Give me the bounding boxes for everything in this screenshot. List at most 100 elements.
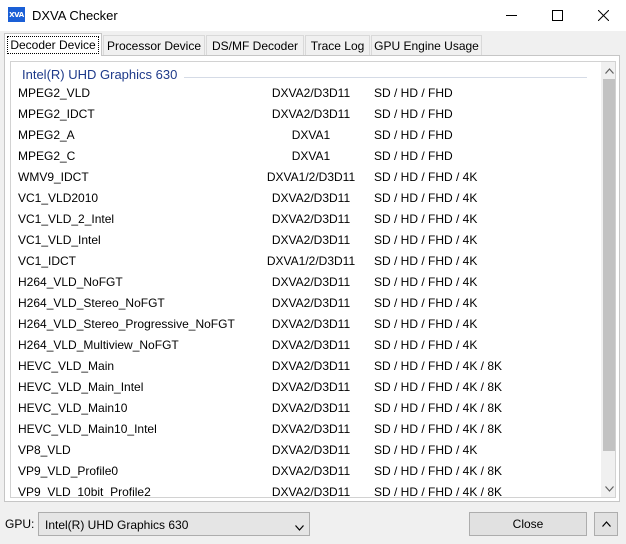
decoder-name: H264_VLD_Stereo_NoFGT: [18, 296, 165, 310]
group-divider: [184, 77, 587, 78]
close-window-button[interactable]: [580, 0, 626, 31]
decoder-api: DXVA2/D3D11: [271, 485, 351, 498]
list-item[interactable]: MPEG2_IDCT DXVA2/D3D11 SD / HD / FHD: [11, 104, 597, 125]
expand-button[interactable]: [594, 512, 618, 536]
list-item[interactable]: H264_VLD_Multiview_NoFGT DXVA2/D3D11 SD / …: [11, 335, 597, 356]
list-item[interactable]: H264_VLD_Stereo_NoFGT DXVA2/D3D11 SD / HD …: [11, 293, 597, 314]
tab-label: Trace Log: [310, 38, 365, 53]
tab-ds-mf-decoder[interactable]: DS/MF Decoder: [206, 35, 304, 55]
list-item[interactable]: H264_VLD_NoFGT DXVA2/D3D11 SD / HD / FHD /…: [11, 272, 597, 293]
scroll-thumb[interactable]: [603, 79, 615, 451]
list-item[interactable]: MPEG2_C DXVA1 SD / HD / FHD: [11, 146, 597, 167]
window-title: DXVA Checker: [32, 8, 118, 23]
close-icon: [597, 10, 609, 21]
list-item[interactable]: VP9_VLD_Profile0 DXVA2/D3D11 SD / HD / FHD…: [11, 461, 597, 482]
list-item[interactable]: HEVC_VLD_Main_Intel DXVA2/D3D11 SD / HD / …: [11, 377, 597, 398]
decoder-name: VP9_VLD_10bit_Profile2: [18, 485, 151, 498]
decoder-name: WMV9_IDCT: [18, 170, 89, 184]
decoder-resolutions: SD / HD / FHD / 4K / 8K: [374, 380, 503, 394]
decoder-resolutions: SD / HD / FHD / 4K / 8K: [374, 401, 503, 415]
decoder-name: VP8_VLD: [18, 443, 71, 457]
decoder-name: MPEG2_A: [18, 128, 75, 142]
vertical-scrollbar[interactable]: [601, 62, 615, 497]
decoder-api: DXVA2/D3D11: [271, 212, 351, 226]
decoder-resolutions: SD / HD / FHD / 4K / 8K: [374, 485, 503, 498]
decoder-name: VC1_VLD_2_Intel: [18, 212, 115, 226]
decoder-api: DXVA2/D3D11: [271, 401, 351, 415]
list-item[interactable]: VP8_VLD DXVA2/D3D11 SD / HD / FHD / 4K: [11, 440, 597, 461]
decoder-resolutions: SD / HD / FHD / 4K / 8K: [374, 422, 503, 436]
decoder-name: HEVC_VLD_Main_Intel: [18, 380, 144, 394]
list-item[interactable]: MPEG2_VLD DXVA2/D3D11 SD / HD / FHD: [11, 83, 597, 104]
decoder-api: DXVA1: [291, 128, 331, 142]
decoder-resolutions: SD / HD / FHD / 4K: [374, 254, 478, 268]
decoder-resolutions: SD / HD / FHD / 4K: [374, 317, 478, 331]
decoder-api: DXVA2/D3D11: [271, 191, 351, 205]
decoder-resolutions: SD / HD / FHD / 4K: [374, 338, 478, 352]
list-item[interactable]: HEVC_VLD_Main10 DXVA2/D3D11 SD / HD / FHD …: [11, 398, 597, 419]
decoder-resolutions: SD / HD / FHD / 4K / 8K: [374, 464, 503, 478]
maximize-icon: [551, 10, 563, 21]
maximize-button[interactable]: [534, 0, 580, 31]
decoder-list[interactable]: Intel(R) UHD Graphics 630 MPEG2_VLD DXVA2…: [10, 61, 616, 498]
list-item[interactable]: VC1_VLD_2_Intel DXVA2/D3D11 SD / HD / FHD …: [11, 209, 597, 230]
decoder-resolutions: SD / HD / FHD / 4K: [374, 191, 478, 205]
decoder-resolutions: SD / HD / FHD / 4K: [374, 443, 478, 457]
decoder-name: HEVC_VLD_Main: [18, 359, 115, 373]
list-item[interactable]: MPEG2_A DXVA1 SD / HD / FHD: [11, 125, 597, 146]
decoder-resolutions: SD / HD / FHD / 4K: [374, 170, 478, 184]
decoder-api: DXVA2/D3D11: [271, 380, 351, 394]
decoder-api: DXVA2/D3D11: [271, 338, 351, 352]
decoder-name: MPEG2_C: [18, 149, 76, 163]
list-item[interactable]: VC1_IDCT DXVA1/2/D3D11 SD / HD / FHD / 4K: [11, 251, 597, 272]
title-bar: XVA DXVA Checker: [0, 0, 626, 31]
tab-strip: Decoder Device Processor Device DS/MF De…: [4, 33, 622, 56]
tab-gpu-engine-usage[interactable]: GPU Engine Usage: [371, 35, 482, 55]
minimize-button[interactable]: [488, 0, 534, 31]
decoder-api: DXVA2/D3D11: [271, 464, 351, 478]
tab-label: DS/MF Decoder: [211, 38, 299, 53]
close-button[interactable]: Close: [469, 512, 587, 536]
decoder-resolutions: SD / HD / FHD / 4K: [374, 296, 478, 310]
list-item[interactable]: VC1_VLD_Intel DXVA2/D3D11 SD / HD / FHD / …: [11, 230, 597, 251]
tab-label: Decoder Device: [7, 36, 99, 54]
tab-decoder-device[interactable]: Decoder Device: [4, 33, 102, 56]
decoder-name: H264_VLD_NoFGT: [18, 275, 123, 289]
decoder-api: DXVA2/D3D11: [271, 359, 351, 373]
decoder-resolutions: SD / HD / FHD / 4K: [374, 212, 478, 226]
gpu-select-value: Intel(R) UHD Graphics 630: [45, 518, 189, 532]
list-item[interactable]: WMV9_IDCT DXVA1/2/D3D11 SD / HD / FHD / 4K: [11, 167, 597, 188]
decoder-resolutions: SD / HD / FHD: [374, 149, 453, 163]
decoder-api: DXVA2/D3D11: [271, 275, 351, 289]
decoder-api: DXVA2/D3D11: [271, 443, 351, 457]
decoder-resolutions: SD / HD / FHD: [374, 86, 453, 100]
chevron-down-icon: [604, 485, 614, 492]
decoder-resolutions: SD / HD / FHD: [374, 128, 453, 142]
decoder-name: H264_VLD_Stereo_Progressive_NoFGT: [18, 317, 235, 331]
chevron-up-icon: [604, 67, 614, 74]
close-button-label: Close: [512, 517, 544, 531]
decoder-name: HEVC_VLD_Main10_Intel: [18, 422, 157, 436]
decoder-name: MPEG2_VLD: [18, 86, 91, 100]
gpu-select[interactable]: Intel(R) UHD Graphics 630: [38, 512, 310, 536]
group-title: Intel(R) UHD Graphics 630: [22, 66, 178, 82]
scroll-down-button[interactable]: [601, 480, 615, 497]
decoder-resolutions: SD / HD / FHD: [374, 107, 453, 121]
decoder-name: H264_VLD_Multiview_NoFGT: [18, 338, 179, 352]
tab-trace-log[interactable]: Trace Log: [305, 35, 370, 55]
list-item[interactable]: H264_VLD_Stereo_Progressive_NoFGT DXVA2/D…: [11, 314, 597, 335]
gpu-label: GPU:: [5, 517, 35, 531]
tab-label: GPU Engine Usage: [374, 38, 479, 53]
tab-label: Processor Device: [106, 38, 202, 53]
group-header: Intel(R) UHD Graphics 630: [22, 66, 178, 82]
list-item[interactable]: VC1_VLD2010 DXVA2/D3D11 SD / HD / FHD / 4K: [11, 188, 597, 209]
decoder-api: DXVA1/2/D3D11: [266, 170, 356, 184]
list-item[interactable]: HEVC_VLD_Main10_Intel DXVA2/D3D11 SD / HD …: [11, 419, 597, 440]
list-item[interactable]: HEVC_VLD_Main DXVA2/D3D11 SD / HD / FHD / …: [11, 356, 597, 377]
decoder-api: DXVA2/D3D11: [271, 107, 351, 121]
tab-processor-device[interactable]: Processor Device: [103, 35, 205, 55]
decoder-api: DXVA2/D3D11: [271, 317, 351, 331]
scroll-up-button[interactable]: [601, 62, 615, 79]
list-item[interactable]: VP9_VLD_10bit_Profile2 DXVA2/D3D11 SD / HD…: [11, 482, 597, 498]
decoder-resolutions: SD / HD / FHD / 4K: [374, 275, 478, 289]
